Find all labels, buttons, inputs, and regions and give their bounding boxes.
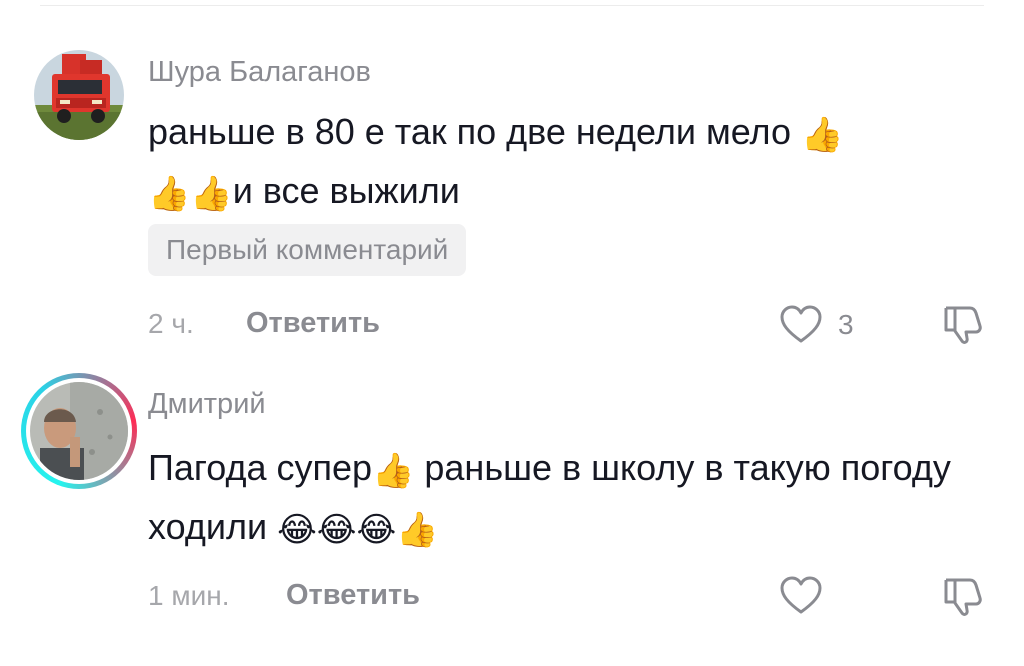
like-count: 3 <box>838 309 854 340</box>
heart-icon[interactable] <box>778 302 824 348</box>
avatar <box>26 378 132 484</box>
comment-username[interactable]: Шура Балаганов <box>148 56 371 89</box>
first-comment-badge: Первый комментарий <box>148 224 467 276</box>
reply-button[interactable]: Ответить <box>286 579 420 612</box>
thumbs-down-icon[interactable] <box>940 302 984 346</box>
thumbs-down-icon[interactable] <box>940 574 984 618</box>
man-avatar-image <box>30 382 128 480</box>
laughing-emoji-icon: 😂 <box>356 510 397 550</box>
avatar-photo <box>30 382 128 480</box>
comment-text-part: раньше в 80 е так по две недели мело <box>148 111 801 152</box>
laughing-emoji-icon: 😂 <box>316 510 357 550</box>
comment-text: Пагода супер👍 раньше в школу в такую пог… <box>148 440 978 558</box>
thumbs-up-icon: 👍 <box>800 115 844 155</box>
laughing-emoji-icon: 😂 <box>277 510 317 550</box>
comment-text: раньше в 80 е так по две недели мело 👍 👍… <box>148 104 978 222</box>
comment-username[interactable]: Дмитрий <box>148 388 266 421</box>
thumbs-up-icon: 👍 <box>148 174 191 214</box>
comment-timestamp: 2 ч. <box>148 308 194 339</box>
avatar[interactable] <box>34 50 124 140</box>
thumbs-up-icon: 👍 <box>190 174 233 214</box>
comment-timestamp: 1 мин. <box>148 580 230 611</box>
heart-icon[interactable] <box>778 573 824 619</box>
comment-text-part: Пагода супер <box>148 447 373 488</box>
thumbs-up-icon: 👍 <box>396 510 439 550</box>
thumbs-up-icon: 👍 <box>372 451 415 491</box>
top-divider <box>40 5 984 6</box>
reply-button[interactable]: Ответить <box>246 307 380 340</box>
truck-avatar-image <box>34 50 124 140</box>
avatar-story-ring[interactable] <box>21 373 137 489</box>
comment-text-part: и все выжили <box>232 170 460 211</box>
